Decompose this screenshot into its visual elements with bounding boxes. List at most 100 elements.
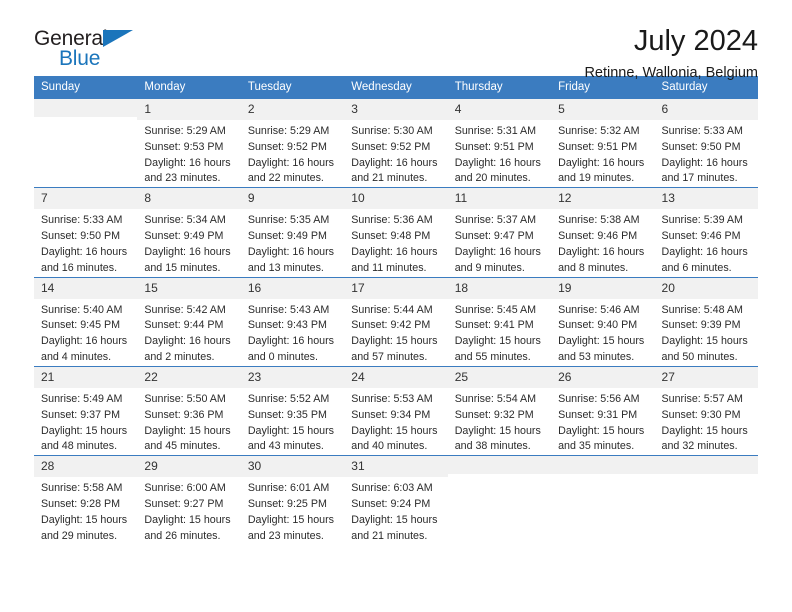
daylight-line-2: and 21 minutes.: [351, 529, 428, 542]
sunrise-time: Sunrise: 5:29 AM: [247, 125, 330, 137]
calendar-day-cell[interactable]: 23 Sunrise: 5:52 AM Sunset: 9:35 PM Dayligh…: [240, 365, 345, 456]
day-number: 23: [240, 366, 345, 388]
day-number: 9: [240, 188, 345, 210]
day-sun-info: Sunrise: 5:43 AM Sunset: 9:43 PM Daylight:…: [241, 299, 344, 366]
daylight-line-1: Daylight: 16 hours: [247, 156, 334, 169]
sunset-time: Sunset: 9:52 PM: [351, 140, 431, 153]
sunset-time: Sunset: 9:50 PM: [661, 140, 741, 153]
day-sun-info: Sunrise: 5:37 AM Sunset: 9:47 PM Daylight:…: [448, 209, 551, 276]
sunrise-time: Sunrise: 5:56 AM: [558, 392, 640, 405]
day-number: 16: [240, 277, 345, 299]
day-number: [34, 99, 138, 117]
calendar-day-cell[interactable]: 7 Sunrise: 5:33 AM Sunset: 9:50 PM Daylight…: [34, 187, 138, 278]
calendar-day-cell[interactable]: 20 Sunrise: 5:48 AM Sunset: 9:39 PM Dayligh…: [654, 276, 758, 367]
calendar-day-cell[interactable]: 2 Sunrise: 5:29 AM Sunset: 9:52 PM Daylight…: [240, 97, 345, 188]
calendar-day-cell[interactable]: 27 Sunrise: 5:57 AM Sunset: 9:30 PM Dayligh…: [654, 365, 758, 456]
daylight-line-1: Daylight: 15 hours: [351, 335, 438, 348]
daylight-line-1: Daylight: 15 hours: [661, 424, 748, 437]
brand-logo[interactable]: General Blue: [34, 26, 164, 72]
sunset-time: Sunset: 9:25 PM: [247, 498, 327, 511]
title-block: July 2024 Retinne, Wallonia, Belgium: [584, 25, 758, 82]
sunset-time: Sunset: 9:37 PM: [41, 408, 121, 421]
calendar-day-cell[interactable]: 3 Sunrise: 5:30 AM Sunset: 9:52 PM Daylight…: [344, 97, 448, 188]
calendar-day-cell[interactable]: 17 Sunrise: 5:44 AM Sunset: 9:42 PM Dayligh…: [344, 276, 448, 367]
calendar-day-cell[interactable]: 29 Sunrise: 6:00 AM Sunset: 9:27 PM Dayligh…: [137, 455, 241, 545]
day-number: 24: [344, 366, 448, 388]
daylight-line-2: and 57 minutes.: [351, 351, 428, 364]
sunset-time: Sunset: 9:28 PM: [41, 498, 121, 511]
calendar-day-cell[interactable]: 9 Sunrise: 5:35 AM Sunset: 9:49 PM Daylight…: [240, 187, 345, 278]
daylight-line-2: and 6 minutes.: [661, 261, 732, 274]
calendar-day-cell[interactable]: 10 Sunrise: 5:36 AM Sunset: 9:48 PM Dayligh…: [344, 187, 448, 278]
sunrise-time: Sunrise: 5:42 AM: [144, 303, 226, 316]
day-number: 6: [654, 99, 758, 120]
calendar-day-cell[interactable]: 18 Sunrise: 5:45 AM Sunset: 9:41 PM Dayligh…: [447, 276, 552, 367]
calendar-day-cell[interactable]: 12 Sunrise: 5:38 AM Sunset: 9:46 PM Dayligh…: [551, 187, 655, 278]
sunrise-time: Sunrise: 5:35 AM: [247, 214, 330, 227]
calendar-day-cell[interactable]: 24 Sunrise: 5:53 AM Sunset: 9:34 PM Dayligh…: [344, 365, 448, 456]
calendar-day-cell[interactable]: 14 Sunrise: 5:40 AM Sunset: 9:45 PM Dayligh…: [34, 276, 138, 367]
calendar-day-cell[interactable]: 19 Sunrise: 5:46 AM Sunset: 9:40 PM Dayligh…: [551, 276, 655, 367]
sunset-time: Sunset: 9:32 PM: [454, 408, 534, 421]
day-number: 22: [137, 366, 241, 388]
calendar-day-cell[interactable]: 6 Sunrise: 5:33 AM Sunset: 9:50 PM Daylight…: [654, 97, 758, 188]
sunrise-time: Sunrise: 5:44 AM: [351, 303, 433, 316]
sunset-time: Sunset: 9:48 PM: [351, 230, 431, 243]
daylight-line-2: and 38 minutes.: [454, 440, 531, 453]
day-number: 31: [344, 456, 448, 478]
calendar-day-cell[interactable]: 15 Sunrise: 5:42 AM Sunset: 9:44 PM Dayligh…: [137, 276, 241, 367]
calendar-day-cell[interactable]: 4 Sunrise: 5:31 AM Sunset: 9:51 PM Daylight…: [447, 97, 552, 188]
calendar-day-cell[interactable]: 1 Sunrise: 5:29 AM Sunset: 9:53 PM Daylight…: [137, 97, 241, 188]
day-number: 8: [137, 188, 241, 210]
daylight-line-2: and 43 minutes.: [247, 440, 324, 453]
sunrise-time: Sunrise: 6:00 AM: [144, 482, 226, 495]
calendar-day-cell[interactable]: 26 Sunrise: 5:56 AM Sunset: 9:31 PM Dayligh…: [551, 365, 655, 456]
calendar-day-cell[interactable]: 21 Sunrise: 5:49 AM Sunset: 9:37 PM Dayligh…: [34, 365, 138, 456]
calendar-day-cell[interactable]: 16 Sunrise: 5:43 AM Sunset: 9:43 PM Dayligh…: [240, 276, 345, 367]
daylight-line-2: and 55 minutes.: [454, 351, 531, 364]
day-sun-info: Sunrise: 5:40 AM Sunset: 9:45 PM Daylight:…: [34, 299, 137, 366]
calendar-day-cell[interactable]: 5 Sunrise: 5:32 AM Sunset: 9:51 PM Daylight…: [551, 97, 655, 188]
calendar-day-cell[interactable]: 11 Sunrise: 5:37 AM Sunset: 9:47 PM Dayligh…: [447, 187, 552, 278]
day-number: 5: [551, 99, 655, 120]
day-number: 21: [34, 366, 138, 388]
calendar-empty-cell: [447, 455, 552, 545]
day-number: [654, 456, 758, 475]
sunset-time: Sunset: 9:51 PM: [558, 140, 638, 153]
calendar-day-cell[interactable]: 31 Sunrise: 6:03 AM Sunset: 9:24 PM Dayligh…: [344, 455, 448, 545]
calendar-day-cell[interactable]: 25 Sunrise: 5:54 AM Sunset: 9:32 PM Dayligh…: [447, 365, 552, 456]
calendar-day-cell[interactable]: 22 Sunrise: 5:50 AM Sunset: 9:36 PM Dayligh…: [137, 365, 241, 456]
daylight-line-2: and 26 minutes.: [144, 529, 221, 542]
day-sun-info: Sunrise: 5:50 AM Sunset: 9:36 PM Daylight:…: [137, 388, 240, 455]
calendar-day-cell[interactable]: 13 Sunrise: 5:39 AM Sunset: 9:46 PM Dayligh…: [654, 187, 758, 278]
calendar-day-cell[interactable]: 30 Sunrise: 6:01 AM Sunset: 9:25 PM Dayligh…: [240, 455, 345, 545]
sunrise-time: Sunrise: 5:58 AM: [41, 482, 123, 495]
day-number: 27: [654, 366, 758, 388]
daylight-line-1: Daylight: 15 hours: [558, 424, 645, 437]
daylight-line-1: Daylight: 16 hours: [351, 156, 438, 169]
sunset-time: Sunset: 9:41 PM: [454, 319, 534, 332]
daylight-line-1: Daylight: 15 hours: [247, 513, 334, 526]
sunset-time: Sunset: 9:40 PM: [558, 319, 638, 332]
sunrise-time: Sunrise: 5:38 AM: [558, 214, 640, 227]
day-number: 10: [344, 188, 448, 210]
sunrise-time: Sunrise: 5:32 AM: [558, 125, 640, 137]
sunset-time: Sunset: 9:27 PM: [144, 498, 224, 511]
day-sun-info: Sunrise: 5:42 AM Sunset: 9:44 PM Daylight:…: [137, 299, 240, 366]
day-number: [551, 456, 655, 475]
page-title: July 2024: [633, 25, 758, 57]
day-sun-info: Sunrise: 5:58 AM Sunset: 9:28 PM Daylight:…: [34, 477, 137, 544]
sunset-time: Sunset: 9:36 PM: [144, 408, 224, 421]
day-sun-info: Sunrise: 6:00 AM Sunset: 9:27 PM Daylight:…: [137, 477, 240, 544]
daylight-line-1: Daylight: 16 hours: [144, 335, 231, 348]
calendar-day-cell[interactable]: 8 Sunrise: 5:34 AM Sunset: 9:49 PM Daylight…: [137, 187, 241, 278]
daylight-line-1: Daylight: 16 hours: [41, 335, 128, 348]
weekday-header-wednesday: Wednesday: [344, 76, 448, 99]
daylight-line-2: and 21 minutes.: [351, 172, 428, 185]
calendar-week-row: 1 Sunrise: 5:29 AM Sunset: 9:53 PM Daylight…: [34, 97, 758, 188]
daylight-line-2: and 9 minutes.: [454, 261, 525, 274]
calendar-day-cell[interactable]: 28 Sunrise: 5:58 AM Sunset: 9:28 PM Dayligh…: [34, 455, 138, 545]
calendar-empty-cell: [551, 455, 655, 545]
day-sun-info: Sunrise: 5:34 AM Sunset: 9:49 PM Daylight:…: [137, 209, 240, 276]
day-number: 2: [240, 99, 345, 120]
